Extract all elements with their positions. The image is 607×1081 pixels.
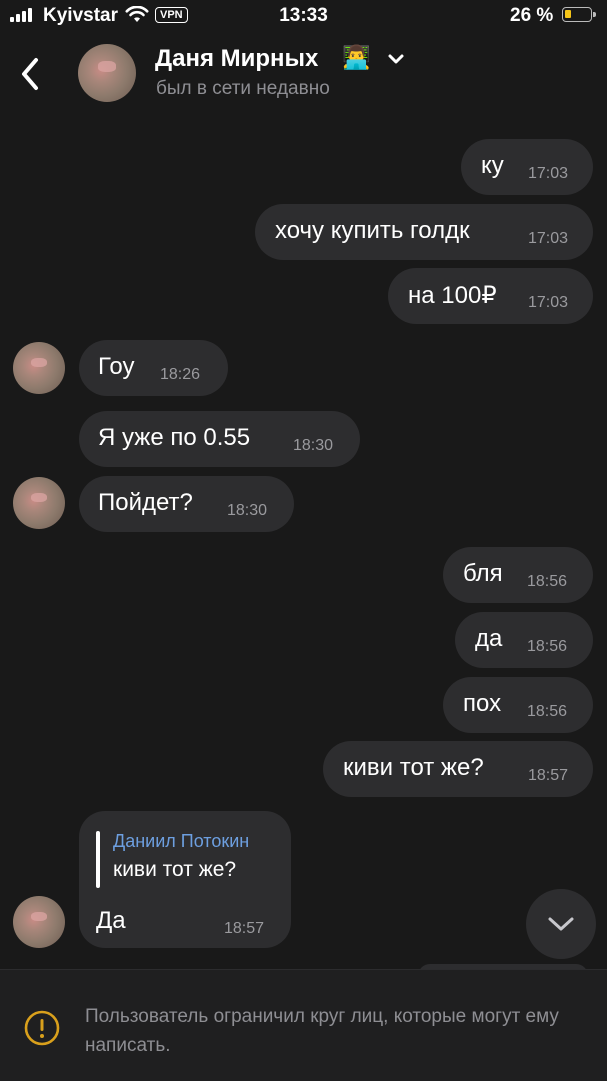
message-time: 17:03 [528,294,569,311]
message-outgoing[interactable]: да 18:56 [455,612,593,668]
battery-percent: 26 % [510,5,554,26]
message-text: Гоу [98,353,135,380]
quote-author: Даниил Потокин [113,831,250,851]
contact-avatar[interactable] [78,44,136,102]
message-incoming[interactable]: Гоу 18:26 [79,340,228,396]
message-text: Пойдет? [98,489,193,516]
message-incoming[interactable]: Я уже по 0.55 18:30 [79,411,360,467]
message-text: бля [463,560,503,587]
battery-icon [562,7,596,22]
message-text: на 100₽ [408,282,497,309]
chat-header: Даня Мирных 👨‍💻 был в сети недавно [0,34,607,116]
message-time: 18:57 [224,920,265,937]
message-text: пох [463,690,502,717]
sender-avatar[interactable] [13,342,65,394]
message-text: да [475,625,503,652]
message-outgoing[interactable]: хочу купить голдк 17:03 [255,204,593,260]
sender-avatar[interactable] [13,896,65,948]
message-text: Я уже по 0.55 [98,424,251,451]
message-outgoing[interactable]: бля 18:56 [443,547,593,603]
message-incoming-reply[interactable]: Даниил Потокин киви тот же? Да 18:57 [79,811,291,948]
message-text: киви тот же? [343,754,484,781]
message-outgoing[interactable]: на 100₽ 17:03 [388,268,593,324]
message-text: Да [96,907,126,934]
scroll-down-button[interactable] [526,889,596,959]
message-time: 18:26 [160,366,201,383]
message-time: 17:03 [528,230,569,247]
message-text: ку [481,152,504,179]
contact-status: был в сети недавно [156,78,330,99]
message-time: 18:30 [293,437,334,454]
back-chevron-icon[interactable] [14,54,50,94]
status-bar: Kyivstar VPN 13:33 26 % [0,0,607,34]
warning-icon [24,1010,60,1046]
message-time: 18:30 [227,502,268,519]
message-outgoing[interactable]: пох 18:56 [443,677,593,733]
message-time: 17:03 [528,165,569,182]
message-time: 18:57 [528,767,569,784]
message-incoming[interactable]: Пойдет? 18:30 [79,476,294,532]
contact-name[interactable]: Даня Мирных [155,45,318,73]
notice-text: Пользователь ограничил круг лиц, которые… [85,1006,559,1056]
quote-text: киви тот же? [113,858,237,881]
message-text: хочу купить голдк [275,217,470,244]
quote-bar [96,831,100,888]
restriction-notice: Пользователь ограничил круг лиц, которые… [0,969,607,1081]
message-outgoing[interactable]: киви тот же? 18:57 [323,741,593,797]
message-time: 18:56 [527,573,568,590]
message-time: 18:56 [527,638,568,655]
message-time: 18:56 [527,703,568,720]
contact-emoji: 👨‍💻 [342,44,371,70]
chevron-down-icon[interactable] [387,52,405,66]
scroll-down-icon [548,917,574,931]
message-outgoing[interactable]: ку 17:03 [461,139,593,195]
sender-avatar[interactable] [13,477,65,529]
